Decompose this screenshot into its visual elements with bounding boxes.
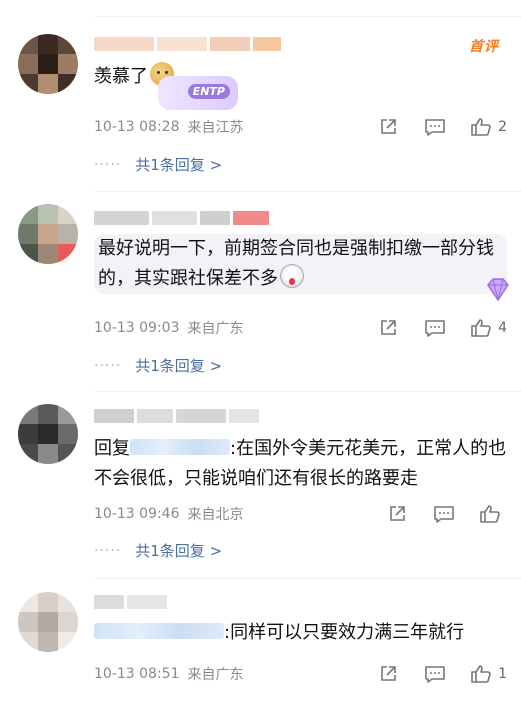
like-count: 4 — [498, 320, 507, 336]
comment-time: 10-13 08:51 — [94, 666, 180, 682]
share-button[interactable] — [378, 664, 424, 684]
comment-button[interactable] — [424, 318, 470, 338]
comment-icon — [425, 666, 445, 683]
view-replies-link[interactable]: ····· 共1条回复 > — [94, 540, 222, 561]
comment-item: :同样可以只要效力满三年就行 10-13 08:51 来自广东 1 — [0, 588, 521, 702]
comment-time: 10-13 09:46 — [94, 506, 180, 522]
first-comment-badge: 首评 — [469, 39, 499, 55]
replies-count-link[interactable]: 共1条回复 > — [135, 355, 222, 376]
diamond-decoration-icon — [487, 278, 509, 302]
share-button[interactable] — [387, 504, 433, 524]
comment-text: 羡慕了 — [94, 62, 507, 92]
comment-actions: 1 — [378, 664, 507, 684]
username-blurred[interactable] — [94, 406, 262, 426]
comment-location: 来自北京 — [187, 507, 244, 523]
comment-meta: 10-13 09:46 来自北京 — [94, 502, 521, 526]
replies-count-link[interactable]: 共1条回复 > — [135, 540, 222, 561]
top-divider — [94, 16, 521, 17]
share-icon — [381, 320, 396, 335]
comment-meta: 10-13 08:28 来自江苏 2 — [94, 115, 521, 139]
comment-text: 最好说明一下，前期签合同也是强制扣缴一部分钱的，其实跟社保差不多 — [94, 234, 507, 294]
comment-location: 来自广东 — [187, 321, 244, 337]
comment-item: 最好说明一下，前期签合同也是强制扣缴一部分钱的，其实跟社保差不多 10-13 0… — [0, 200, 521, 390]
replies-dots: ····· — [94, 542, 122, 559]
comment-item: 首评 羡慕了 ENTP 10-13 08:28 来自江苏 2 ····· 共1条… — [0, 30, 521, 200]
avatar[interactable] — [18, 204, 78, 264]
comment-icon — [425, 320, 445, 337]
comment-text: 回复:在国外令美元花美元，正常人的也不会很低，只能说咱们还有很长的路要走 — [94, 438, 507, 489]
comment-divider — [94, 578, 521, 579]
view-replies-link[interactable]: ····· 共1条回复 > — [94, 355, 222, 376]
comment-item: 回复:在国外令美元花美元，正常人的也不会很低，只能说咱们还有很长的路要走 10-… — [0, 400, 521, 580]
like-button[interactable]: 1 — [470, 664, 507, 684]
share-icon — [381, 119, 396, 134]
comment-time: 10-13 09:03 — [94, 320, 180, 336]
comment-button[interactable] — [433, 504, 479, 524]
entp-sticker: ENTP — [158, 76, 238, 110]
comment-actions: 4 — [378, 318, 507, 338]
username-blurred[interactable] — [94, 208, 272, 228]
comment-icon — [434, 506, 454, 523]
avatar[interactable] — [18, 592, 78, 652]
like-count: 1 — [498, 666, 507, 682]
comment-divider — [94, 391, 521, 392]
comment-actions: 2 — [378, 117, 507, 137]
comment-time: 10-13 08:28 — [94, 119, 180, 135]
avatar[interactable] — [18, 34, 78, 94]
avatar[interactable] — [18, 404, 78, 464]
comment-text: :同样可以只要效力满三年就行 — [94, 618, 507, 648]
like-count: 2 — [498, 119, 507, 135]
thumbs-up-icon — [471, 319, 491, 337]
like-button[interactable]: 2 — [470, 117, 507, 137]
replies-dots: ····· — [94, 357, 122, 374]
like-button[interactable]: 4 — [470, 318, 507, 338]
thumbs-up-icon — [480, 505, 500, 523]
share-icon — [390, 506, 405, 521]
share-button[interactable] — [378, 117, 424, 137]
view-replies-link[interactable]: ····· 共1条回复 > — [94, 154, 222, 175]
sticker-label: ENTP — [187, 84, 230, 99]
comment-button[interactable] — [424, 664, 470, 684]
replies-count-link[interactable]: 共1条回复 > — [135, 154, 222, 175]
like-button[interactable] — [479, 504, 507, 524]
username-blurred[interactable] — [94, 592, 170, 612]
thumbs-up-icon — [471, 665, 491, 683]
reply-prefix: 回复 — [94, 438, 130, 459]
mention-blurred[interactable] — [130, 439, 230, 455]
comment-meta: 10-13 08:51 来自广东 1 — [94, 662, 521, 686]
username-blurred[interactable] — [94, 34, 284, 54]
comment-button[interactable] — [424, 117, 470, 137]
comment-meta: 10-13 09:03 来自广东 4 — [94, 316, 521, 340]
comment-divider — [94, 191, 521, 192]
thumbs-up-icon — [471, 118, 491, 136]
comment-location: 来自江苏 — [187, 120, 244, 136]
shocked-emoji-icon — [280, 264, 304, 288]
replies-dots: ····· — [94, 156, 122, 173]
mention-blurred[interactable] — [94, 623, 224, 639]
comment-icon — [425, 119, 445, 136]
comment-actions — [387, 504, 507, 524]
share-icon — [381, 666, 396, 681]
share-button[interactable] — [378, 318, 424, 338]
comment-location: 来自广东 — [187, 667, 244, 683]
